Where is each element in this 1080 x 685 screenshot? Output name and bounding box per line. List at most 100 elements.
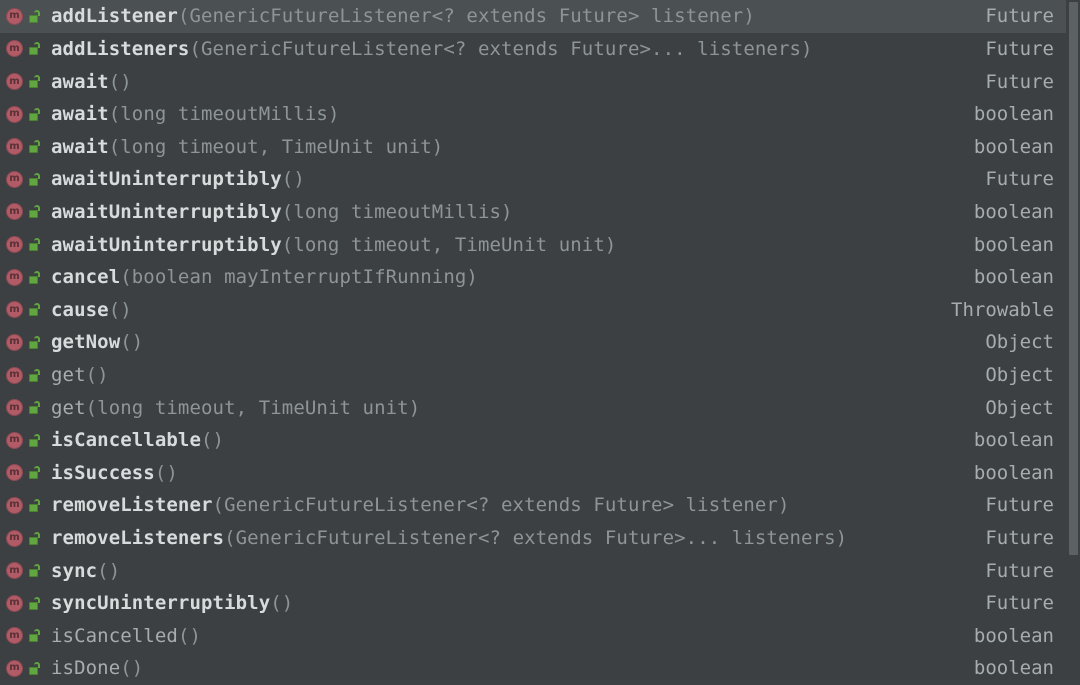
lock-body bbox=[29, 471, 38, 480]
method-name: isCancelled bbox=[51, 624, 178, 647]
completion-item[interactable]: getNow() Object bbox=[0, 326, 1080, 359]
return-type: Future bbox=[985, 37, 1054, 60]
method-icon bbox=[6, 399, 23, 417]
completion-item[interactable]: await(long timeout, TimeUnit unit) boolea… bbox=[0, 130, 1080, 164]
public-lock-icon bbox=[27, 40, 42, 57]
method-icon bbox=[6, 138, 23, 156]
lock-shackle bbox=[34, 140, 40, 147]
lock-shackle bbox=[34, 303, 40, 310]
completion-item[interactable]: addListeners(GenericFutureListener<? ext… bbox=[0, 32, 1080, 66]
lock-shackle bbox=[34, 368, 40, 375]
completion-item[interactable]: await() Future bbox=[0, 65, 1080, 98]
return-type: boolean bbox=[973, 266, 1054, 289]
method-icon bbox=[6, 203, 23, 221]
completion-item[interactable]: awaitUninterruptibly(long timeoutMillis)… bbox=[0, 195, 1080, 229]
completion-item[interactable]: isCancelled() boolean bbox=[0, 619, 1080, 653]
method-signature: syncUninterruptibly() bbox=[51, 587, 967, 619]
public-lock-icon bbox=[27, 627, 42, 644]
method-parameters: (boolean mayInterruptIfRunning) bbox=[120, 266, 478, 289]
completion-item[interactable]: isSuccess() boolean bbox=[0, 456, 1080, 490]
return-type: Future bbox=[985, 592, 1054, 615]
method-icon bbox=[6, 73, 23, 91]
method-icon bbox=[6, 268, 23, 286]
public-lock-icon bbox=[27, 432, 42, 449]
method-name: addListeners bbox=[51, 37, 190, 60]
completion-item[interactable]: awaitUninterruptibly(long timeout, TimeU… bbox=[0, 228, 1080, 261]
public-lock-icon bbox=[27, 367, 42, 384]
lock-shackle bbox=[34, 270, 40, 277]
return-type: Future bbox=[985, 168, 1054, 191]
method-name: await bbox=[51, 135, 109, 158]
public-lock-icon bbox=[27, 464, 42, 481]
lock-shackle bbox=[34, 9, 40, 16]
method-parameters: () bbox=[97, 559, 121, 582]
public-lock-icon bbox=[27, 497, 42, 514]
completion-item[interactable]: await(long timeoutMillis) boolean bbox=[0, 97, 1080, 131]
method-name: isDone bbox=[51, 657, 121, 680]
completion-item[interactable]: awaitUninterruptibly() Future bbox=[0, 163, 1080, 196]
method-parameters: (long timeout, TimeUnit unit) bbox=[281, 233, 617, 256]
method-signature: sync() bbox=[51, 555, 967, 587]
public-lock-icon bbox=[27, 530, 42, 547]
completion-item[interactable]: cancel(boolean mayInterruptIfRunning) boo… bbox=[0, 260, 1080, 294]
lock-body bbox=[29, 177, 38, 186]
completion-item[interactable]: syncUninterruptibly() Future bbox=[0, 586, 1080, 620]
method-signature: isCancelled() bbox=[51, 620, 956, 652]
vertical-scrollbar[interactable] bbox=[1066, 0, 1080, 685]
lock-body bbox=[29, 340, 38, 349]
public-lock-icon bbox=[27, 138, 42, 155]
return-type: Future bbox=[985, 527, 1054, 550]
lock-body bbox=[29, 503, 38, 512]
method-name: get bbox=[51, 364, 86, 386]
completion-item[interactable]: isCancellable() boolean bbox=[0, 423, 1080, 457]
method-signature: await(long timeout, TimeUnit unit) bbox=[51, 131, 956, 163]
completion-item[interactable]: removeListener(GenericFutureListener<? e… bbox=[0, 489, 1080, 522]
method-icon bbox=[6, 431, 23, 449]
return-type: boolean bbox=[973, 429, 1054, 452]
return-type: boolean bbox=[973, 200, 1054, 223]
return-type: boolean bbox=[973, 461, 1054, 484]
method-parameters: () bbox=[85, 364, 109, 386]
public-lock-icon bbox=[27, 660, 42, 677]
lock-body bbox=[29, 438, 38, 447]
lock-shackle bbox=[34, 335, 40, 342]
lock-body bbox=[29, 112, 38, 121]
method-parameters: () bbox=[120, 657, 144, 680]
completion-item[interactable]: get() Object bbox=[0, 358, 1080, 392]
completion-item[interactable]: removeListeners(GenericFutureListener<? … bbox=[0, 521, 1080, 555]
lock-body bbox=[29, 47, 38, 56]
public-lock-icon bbox=[27, 8, 42, 25]
return-type: boolean bbox=[973, 103, 1054, 126]
method-signature: getNow() bbox=[51, 326, 967, 358]
completion-item[interactable]: cause() Throwable bbox=[0, 293, 1080, 327]
method-name: sync bbox=[51, 559, 98, 582]
method-parameters: (GenericFutureListener<? extends Future>… bbox=[189, 37, 813, 60]
completion-item[interactable]: isDone() boolean bbox=[0, 652, 1080, 685]
method-parameters: (long timeout, TimeUnit unit) bbox=[85, 396, 421, 419]
lock-shackle bbox=[34, 401, 40, 408]
lock-shackle bbox=[34, 498, 40, 505]
return-type: boolean bbox=[973, 624, 1054, 647]
method-signature: await() bbox=[51, 66, 967, 98]
lock-body bbox=[29, 275, 38, 284]
scrollbar-thumb[interactable] bbox=[1069, 2, 1078, 555]
method-signature: awaitUninterruptibly() bbox=[51, 163, 967, 195]
method-signature: removeListeners(GenericFutureListener<? … bbox=[51, 522, 967, 554]
public-lock-icon bbox=[27, 595, 42, 612]
method-signature: awaitUninterruptibly(long timeout, TimeU… bbox=[51, 229, 956, 261]
method-signature: isCancellable() bbox=[51, 424, 956, 456]
lock-shackle bbox=[34, 238, 40, 245]
method-parameters: () bbox=[154, 461, 178, 484]
method-icon bbox=[6, 236, 23, 254]
completion-item[interactable]: sync() Future bbox=[0, 554, 1080, 587]
completion-list[interactable]: addListener(GenericFutureListener<? exte… bbox=[0, 0, 1080, 685]
completion-item[interactable]: get(long timeout, TimeUnit unit) Object bbox=[0, 391, 1080, 424]
return-type: boolean bbox=[973, 657, 1054, 680]
code-completion-popup: addListener(GenericFutureListener<? exte… bbox=[0, 0, 1080, 685]
method-name: getNow bbox=[51, 331, 121, 354]
completion-item[interactable]: addListener(GenericFutureListener<? exte… bbox=[0, 0, 1080, 33]
method-name: syncUninterruptibly bbox=[51, 592, 271, 615]
lock-body bbox=[29, 666, 38, 675]
public-lock-icon bbox=[27, 73, 42, 90]
method-name: get bbox=[51, 396, 86, 419]
